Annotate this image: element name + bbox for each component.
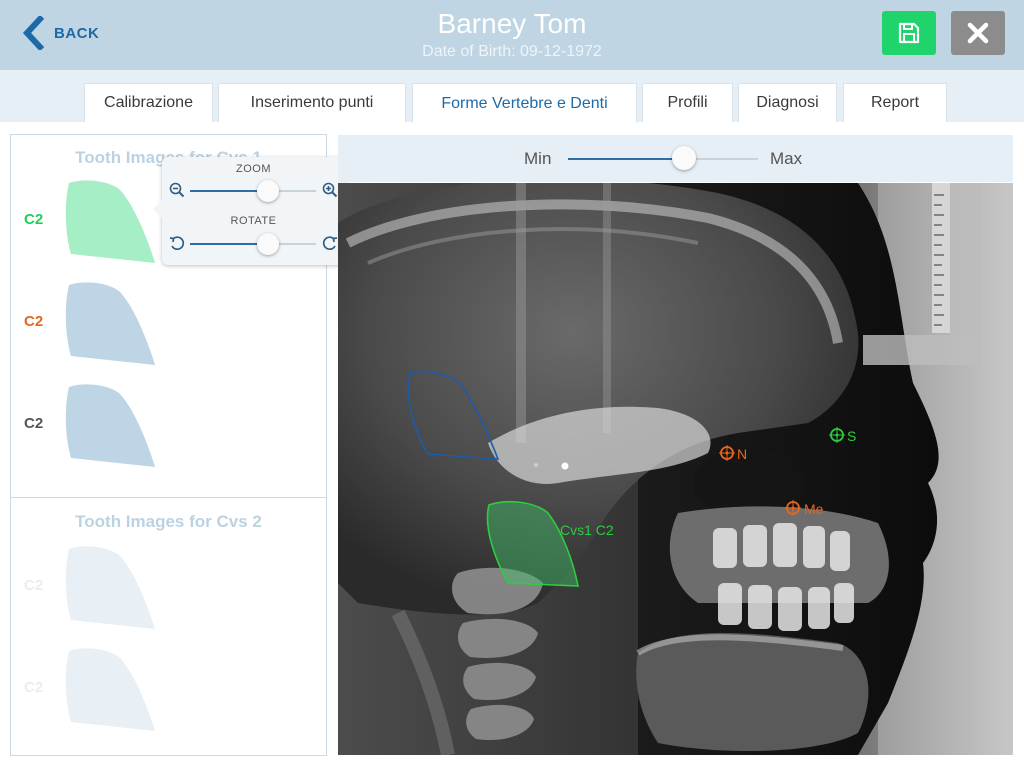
cvs1-tooth-item-2[interactable]: C2	[11, 281, 326, 371]
zoom-label: ZOOM	[236, 163, 271, 175]
cvs2-tooth-item-2: C2	[11, 647, 326, 737]
dob-value: 09-12-1972	[519, 43, 602, 60]
tab-diagnosi[interactable]: Diagnosi	[738, 83, 837, 122]
tooth-shape-icon	[65, 546, 155, 629]
contrast-slider[interactable]	[568, 158, 758, 160]
tooth-shape-icon	[65, 384, 155, 467]
cvs1-c2-label: Cvs1 C2	[560, 522, 614, 538]
cephalometric-xray-view[interactable]: Cvs1 C2 N S Me	[338, 183, 1013, 755]
contrast-slider-thumb[interactable]	[671, 146, 696, 170]
tooth-label: C2	[24, 313, 44, 330]
floppy-disk-icon	[898, 22, 920, 44]
zoom-rotate-popover: ZOOM ROTATE	[153, 157, 345, 265]
slider-min-label: Min	[524, 149, 552, 168]
landmark-me-label: Me	[804, 501, 824, 517]
zoom-slider-thumb[interactable]	[257, 180, 280, 202]
landmark-me[interactable]: Me	[785, 500, 824, 517]
landmark-s-label: S	[847, 428, 856, 444]
tab-forme-vertebre-denti[interactable]: Forme Vertebre e Denti	[412, 83, 637, 123]
save-button[interactable]	[882, 11, 936, 55]
tooth-label: C2	[24, 211, 44, 228]
tooth-label: C2	[24, 577, 44, 594]
rotate-slider-thumb[interactable]	[257, 233, 280, 255]
cvs2-tooth-item-1: C2	[11, 545, 326, 635]
zoom-in-icon[interactable]	[322, 182, 338, 198]
date-of-birth: Date of Birth: 09-12-1972	[0, 43, 1024, 61]
tab-report[interactable]: Report	[843, 83, 947, 122]
tooth-shape-icon	[65, 282, 155, 365]
tooth-shape-icon	[65, 180, 155, 263]
close-x-icon	[967, 22, 989, 44]
patient-name: Barney Tom	[437, 8, 587, 39]
tooth-shape-icon	[65, 648, 155, 731]
slider-max-label: Max	[770, 149, 803, 168]
rotate-right-icon[interactable]	[322, 235, 338, 251]
rotate-left-icon[interactable]	[169, 235, 185, 251]
header-bar: BACK Barney Tom Date of Birth: 09-12-197…	[0, 0, 1024, 70]
tab-profili[interactable]: Profili	[642, 83, 733, 122]
rotate-label: ROTATE	[230, 215, 277, 227]
dob-label: Date of Birth:	[422, 43, 516, 60]
tab-inserimento-punti[interactable]: Inserimento punti	[218, 83, 406, 122]
contrast-slider-fill	[568, 158, 684, 160]
tooth-label: C2	[24, 679, 44, 696]
section-divider	[11, 497, 326, 498]
xray-image: Cvs1 C2 N S Me	[338, 183, 1013, 755]
popover-arrow	[153, 200, 162, 218]
cvs2-section-title: Tooth Images for Cvs 2	[75, 512, 262, 531]
tab-bar: Calibrazione Inserimento punti Forme Ver…	[0, 70, 1024, 123]
zoom-out-icon[interactable]	[169, 182, 185, 198]
cvs1-tooth-item-3[interactable]: C2	[11, 383, 326, 473]
close-button[interactable]	[951, 11, 1005, 55]
tooth-label: C2	[24, 415, 44, 432]
landmark-n-label: N	[737, 446, 747, 462]
contrast-slider-bar: Min Max	[338, 135, 1013, 182]
rotate-slider[interactable]	[190, 243, 316, 245]
zoom-slider[interactable]	[190, 190, 316, 192]
tab-calibrazione[interactable]: Calibrazione	[84, 83, 213, 122]
